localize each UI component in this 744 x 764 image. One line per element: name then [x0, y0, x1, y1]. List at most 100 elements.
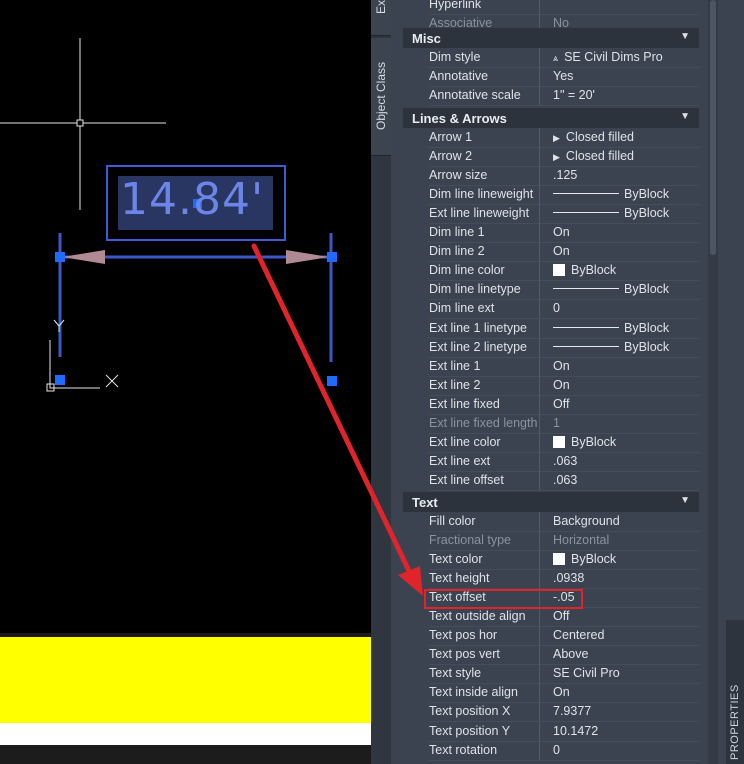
collapse-chevron-icon[interactable]: ▼ — [680, 31, 690, 42]
properties-palette-tab[interactable]: PROPERTIES — [726, 620, 744, 764]
property-row-dim-line-1[interactable]: Dim line 1 On — [403, 223, 699, 242]
property-value[interactable]: ByBlock — [553, 552, 616, 566]
property-value[interactable]: 1 — [553, 416, 560, 430]
property-row-text-pos-hor[interactable]: Text pos hor Centered — [403, 626, 699, 645]
property-name: Annotative scale — [429, 88, 521, 102]
property-row-text-style[interactable]: Text style SE Civil Pro — [403, 664, 699, 683]
property-row-ext-line-2-linetype[interactable]: Ext line 2 linetype ByBlock — [403, 338, 699, 357]
property-row-text-position-x[interactable]: Text position X 7.9377 — [403, 702, 699, 721]
property-value[interactable]: .125 — [553, 168, 577, 182]
property-value[interactable]: ByBlock — [553, 435, 616, 449]
property-value[interactable]: Background — [553, 514, 620, 528]
property-row-text-rotation[interactable]: Text rotation 0 — [403, 741, 699, 760]
property-value-text: ByBlock — [624, 340, 670, 354]
category-misc[interactable]: Misc ▼ — [403, 28, 699, 48]
property-value-text: Horizontal — [553, 533, 610, 547]
category-title: Lines & Arrows — [412, 111, 507, 126]
property-value[interactable]: 10.1472 — [553, 724, 598, 738]
property-value[interactable]: ByBlock — [553, 340, 669, 354]
property-value[interactable]: 1" = 20' — [553, 88, 595, 102]
property-value-text: ByBlock — [571, 552, 617, 566]
property-value[interactable]: Yes — [553, 69, 573, 83]
property-row-ext-line-offset[interactable]: Ext line offset .063 — [403, 471, 699, 490]
property-value[interactable]: ⩓ SE Civil Dims Pro — [553, 50, 663, 64]
property-value[interactable]: On — [553, 378, 570, 392]
tab-object-class[interactable]: Object Class — [371, 38, 391, 156]
property-value[interactable]: Centered — [553, 628, 604, 642]
properties-panel: Hyperlink Associative No Misc ▼ Dim style ⩓ SE … — [391, 0, 744, 764]
property-value[interactable]: 0 — [553, 743, 560, 757]
property-name: Fractional type — [429, 533, 511, 547]
property-value[interactable]: .063 — [553, 473, 577, 487]
property-value[interactable]: .063 — [553, 454, 577, 468]
property-row-ext-line-color[interactable]: Ext line color ByBlock — [403, 433, 699, 452]
property-row-ext-line-fixed-length[interactable]: Ext line fixed length 1 — [403, 414, 699, 433]
property-name: Dim style — [429, 50, 481, 64]
drawing-canvas[interactable]: 14.84' — [0, 0, 390, 764]
property-row-ext-line-1[interactable]: Ext line 1 On — [403, 357, 699, 376]
property-row-ext-line-1-linetype[interactable]: Ext line 1 linetype ByBlock — [403, 319, 699, 338]
property-row-arrow-1[interactable]: Arrow 1 ▶ Closed filled — [403, 128, 699, 147]
property-name: Ext line offset — [429, 473, 504, 487]
property-value[interactable]: On — [553, 685, 570, 699]
row-separator — [429, 490, 699, 491]
dimension-text[interactable]: 14.84' — [120, 174, 264, 225]
property-row-ext-line-2[interactable]: Ext line 2 On — [403, 376, 699, 395]
property-value[interactable]: 7.9377 — [553, 704, 591, 718]
property-row-ext-line-ext[interactable]: Ext line ext .063 — [403, 452, 699, 471]
collapse-chevron-icon[interactable]: ▼ — [680, 111, 690, 122]
grip-left-top — [55, 252, 65, 262]
property-row-dim-line-2[interactable]: Dim line 2 On — [403, 242, 699, 261]
property-value[interactable]: Off — [553, 397, 569, 411]
property-row-dim-line-lineweight[interactable]: Dim line lineweight ByBlock — [403, 185, 699, 204]
tab-extended[interactable]: Ext — [371, 0, 391, 36]
property-value[interactable]: ByBlock — [553, 282, 669, 296]
property-value[interactable]: ByBlock — [553, 206, 669, 220]
column-divider — [539, 722, 540, 741]
property-row-text-pos-vert[interactable]: Text pos vert Above — [403, 645, 699, 664]
property-row-dim-line-ext[interactable]: Dim line ext 0 — [403, 299, 699, 318]
property-row-text-color[interactable]: Text color ByBlock — [403, 550, 699, 569]
property-value[interactable]: Off — [553, 609, 569, 623]
property-row-text-position-y[interactable]: Text position Y 10.1472 — [403, 722, 699, 741]
property-row-ext-line-fixed[interactable]: Ext line fixed Off — [403, 395, 699, 414]
scrollbar-thumb[interactable] — [710, 0, 716, 255]
property-row-ext-line-lineweight[interactable]: Ext line lineweight ByBlock — [403, 204, 699, 223]
property-value-text: ByBlock — [571, 263, 617, 277]
property-value[interactable]: Above — [553, 647, 588, 661]
property-row-text-outside-align[interactable]: Text outside align Off — [403, 607, 699, 626]
property-value[interactable]: ▶ Closed filled — [553, 130, 634, 144]
property-value[interactable]: SE Civil Pro — [553, 666, 620, 680]
color-swatch-icon — [553, 552, 565, 565]
property-value[interactable]: On — [553, 359, 570, 373]
property-value[interactable]: Horizontal — [553, 533, 609, 547]
column-divider — [539, 471, 540, 490]
property-value[interactable]: .0938 — [553, 571, 584, 585]
property-row-dim-style[interactable]: Dim style ⩓ SE Civil Dims Pro — [403, 48, 699, 67]
property-value[interactable]: 0 — [553, 301, 560, 315]
property-row-text-inside-align[interactable]: Text inside align On — [403, 683, 699, 702]
property-value[interactable]: On — [553, 244, 570, 258]
property-row-fractional-type[interactable]: Fractional type Horizontal — [403, 531, 699, 550]
property-row-text-height[interactable]: Text height .0938 — [403, 569, 699, 588]
property-row-arrow-size[interactable]: Arrow size .125 — [403, 166, 699, 185]
property-row-arrow-2[interactable]: Arrow 2 ▶ Closed filled — [403, 147, 699, 166]
column-divider — [539, 607, 540, 626]
property-value[interactable]: ByBlock — [553, 321, 669, 335]
category-lines-arrows[interactable]: Lines & Arrows ▼ — [403, 108, 699, 128]
lineweight-icon — [553, 288, 619, 290]
property-row-hyperlink[interactable]: Hyperlink — [403, 0, 699, 14]
property-row-dim-line-linetype[interactable]: Dim line linetype ByBlock — [403, 280, 699, 299]
property-value[interactable]: On — [553, 225, 570, 239]
property-value[interactable]: ByBlock — [553, 263, 616, 277]
property-value-text: On — [553, 244, 570, 258]
property-row-fill-color[interactable]: Fill color Background — [403, 512, 699, 531]
property-row-annotative[interactable]: Annotative Yes — [403, 67, 699, 86]
category-text[interactable]: Text ▼ — [403, 492, 699, 512]
collapse-chevron-icon[interactable]: ▼ — [680, 495, 690, 506]
property-value[interactable]: ▶ Closed filled — [553, 149, 634, 163]
property-row-annotative-scale[interactable]: Annotative scale 1" = 20' — [403, 86, 699, 105]
properties-tab-label: PROPERTIES — [729, 684, 741, 760]
property-row-dim-line-color[interactable]: Dim line color ByBlock — [403, 261, 699, 280]
property-value[interactable]: ByBlock — [553, 187, 669, 201]
